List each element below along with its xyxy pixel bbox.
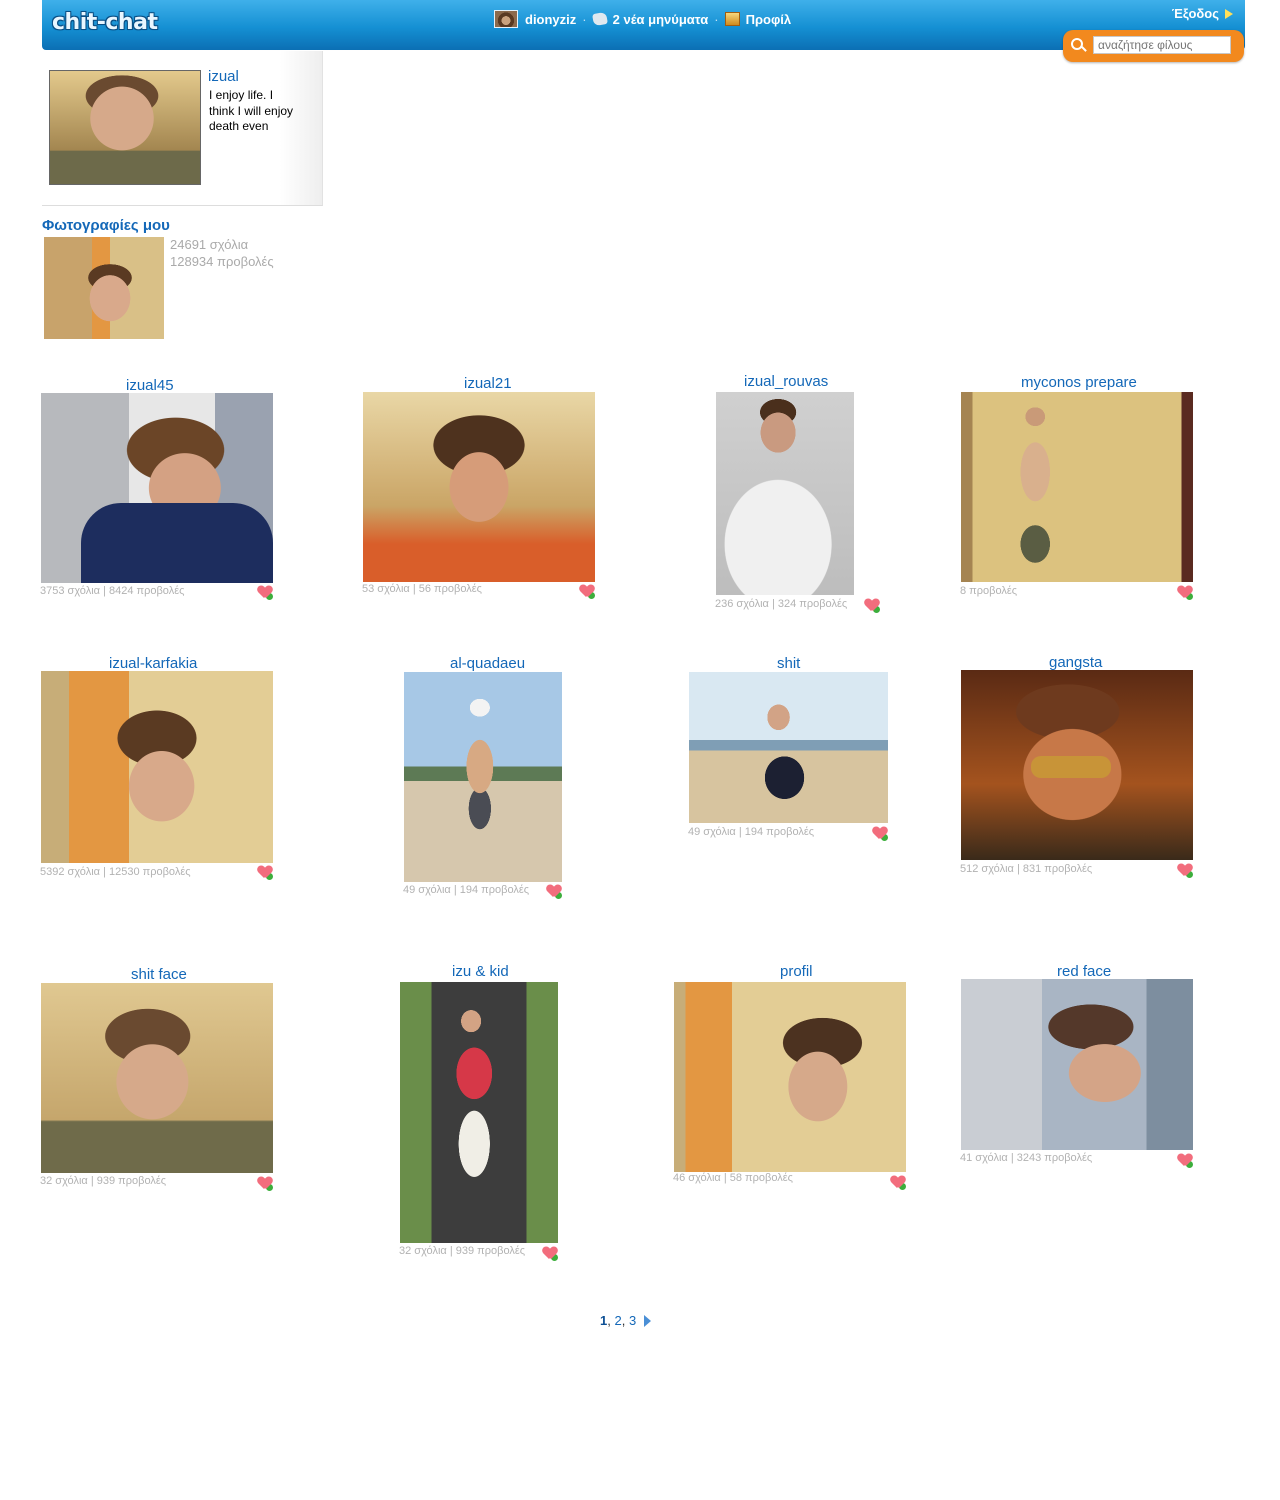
my-photos-views: 128934 προβολές — [170, 254, 274, 269]
album-photo[interactable] — [674, 982, 906, 1172]
search-input[interactable] — [1093, 36, 1231, 54]
profile-link[interactable]: Προφίλ — [724, 11, 792, 27]
profile-bio: I enjoy life. I think I will enjoy death… — [209, 88, 294, 136]
album-stats: 32 σχόλια | 939 προβολές — [399, 1245, 526, 1257]
album-stats: 41 σχόλια | 3243 προβολές — [960, 1152, 1093, 1164]
add-icon — [265, 872, 274, 881]
album-title[interactable]: shit face — [131, 966, 187, 983]
album-stats: 49 σχόλια | 194 προβολές — [403, 884, 530, 896]
favorite-heart-icon[interactable] — [258, 866, 274, 881]
add-icon — [550, 1253, 559, 1262]
album-photo[interactable] — [961, 979, 1193, 1150]
add-icon — [898, 1182, 907, 1191]
album-stats: 236 σχόλια | 324 προβολές — [715, 598, 848, 610]
logout-link[interactable]: Έξοδος — [1172, 6, 1233, 21]
favorite-heart-icon[interactable] — [1178, 1154, 1194, 1169]
my-photos-stats: 24691 σχόλια 128934 προβολές — [170, 236, 274, 270]
favorite-heart-icon[interactable] — [543, 1247, 559, 1262]
page-link[interactable]: 2 — [614, 1313, 621, 1328]
album-photo[interactable] — [41, 393, 273, 583]
page-link[interactable]: 1 — [600, 1313, 607, 1328]
my-photos-title[interactable]: Φωτογραφίες μου — [42, 217, 170, 234]
my-photos-comments: 24691 σχόλια — [170, 237, 249, 252]
add-icon — [587, 591, 596, 600]
photo-detail — [1031, 756, 1111, 778]
add-icon — [872, 605, 881, 614]
album-title[interactable]: red face — [1057, 963, 1111, 980]
profile-icon — [724, 12, 740, 26]
album-photo[interactable] — [689, 672, 888, 823]
separator: · — [714, 11, 719, 27]
album-photo[interactable] — [363, 392, 595, 582]
album-stats: 46 σχόλια | 58 προβολές — [673, 1172, 793, 1184]
album-title[interactable]: gangsta — [1049, 654, 1102, 671]
album-photo[interactable] — [400, 982, 558, 1243]
album-photo[interactable] — [961, 670, 1193, 860]
album-photo[interactable] — [716, 392, 854, 595]
album-photo[interactable] — [404, 672, 562, 882]
album-title[interactable]: izual21 — [464, 375, 512, 392]
page-link[interactable]: 3 — [629, 1313, 636, 1328]
favorite-heart-icon[interactable] — [1178, 864, 1194, 879]
album-title[interactable]: izu & kid — [452, 963, 509, 980]
album-photo[interactable] — [41, 983, 273, 1173]
add-icon — [554, 891, 563, 900]
separator: · — [582, 11, 587, 27]
add-icon — [265, 592, 274, 601]
album-title[interactable]: shit — [777, 655, 800, 672]
profile-label: Προφίλ — [745, 11, 792, 27]
page-separator: , — [607, 1313, 615, 1328]
user-link[interactable]: dionyziz — [494, 10, 576, 28]
favorite-heart-icon[interactable] — [873, 827, 889, 842]
profile-name[interactable]: izual — [208, 68, 239, 85]
album-stats: 53 σχόλια | 56 προβολές — [362, 583, 482, 595]
user-name: dionyziz — [525, 11, 577, 27]
search-box — [1063, 30, 1244, 62]
page-separator: , — [621, 1313, 629, 1328]
album-stats: 3753 σχόλια | 8424 προβολές — [40, 585, 185, 597]
album-title[interactable]: profil — [780, 963, 813, 980]
logo[interactable]: chit-chat — [52, 10, 158, 35]
message-icon — [591, 11, 608, 27]
album-stats: 5392 σχόλια | 12530 προβολές — [40, 866, 191, 878]
favorite-heart-icon[interactable] — [865, 599, 881, 614]
photo-detail — [81, 503, 273, 583]
add-icon — [1185, 1160, 1194, 1169]
favorite-heart-icon[interactable] — [258, 1177, 274, 1192]
profile-card: izual I enjoy life. I think I will enjoy… — [42, 51, 323, 206]
album-title[interactable]: izual_rouvas — [744, 373, 828, 390]
album-stats: 8 προβολές — [960, 585, 1018, 597]
favorite-heart-icon[interactable] — [580, 585, 596, 600]
my-photos-thumbnail[interactable] — [44, 237, 164, 339]
add-icon — [265, 1183, 274, 1192]
album-stats: 32 σχόλια | 939 προβολές — [40, 1175, 167, 1187]
arrow-right-icon — [1225, 8, 1233, 19]
messages-label: 2 νέα μηνύματα — [612, 11, 709, 27]
top-nav: dionyziz · 2 νέα μηνύματα · Προφίλ — [494, 10, 791, 28]
favorite-heart-icon[interactable] — [891, 1176, 907, 1191]
album-title[interactable]: al-quadaeu — [450, 655, 525, 672]
album-photo[interactable] — [41, 671, 273, 863]
search-icon[interactable] — [1071, 38, 1083, 50]
album-stats: 512 σχόλια | 831 προβολές — [960, 863, 1093, 875]
favorite-heart-icon[interactable] — [258, 586, 274, 601]
favorite-heart-icon[interactable] — [547, 885, 563, 900]
add-icon — [880, 833, 889, 842]
album-stats: 49 σχόλια | 194 προβολές — [688, 826, 815, 838]
album-photo[interactable] — [961, 392, 1193, 582]
profile-photo[interactable] — [49, 70, 201, 185]
album-title[interactable]: izual45 — [126, 377, 174, 394]
add-icon — [1185, 870, 1194, 879]
favorite-heart-icon[interactable] — [1178, 586, 1194, 601]
user-avatar-icon — [494, 10, 518, 28]
pagination: 1 , 2 , 3 — [600, 1313, 652, 1328]
add-icon — [1185, 592, 1194, 601]
logout-label: Έξοδος — [1171, 6, 1219, 21]
album-title[interactable]: izual-karfakia — [109, 655, 197, 672]
messages-link[interactable]: 2 νέα μηνύματα — [591, 11, 709, 27]
next-page-icon[interactable] — [644, 1314, 652, 1327]
album-title[interactable]: myconos prepare — [1021, 374, 1137, 391]
